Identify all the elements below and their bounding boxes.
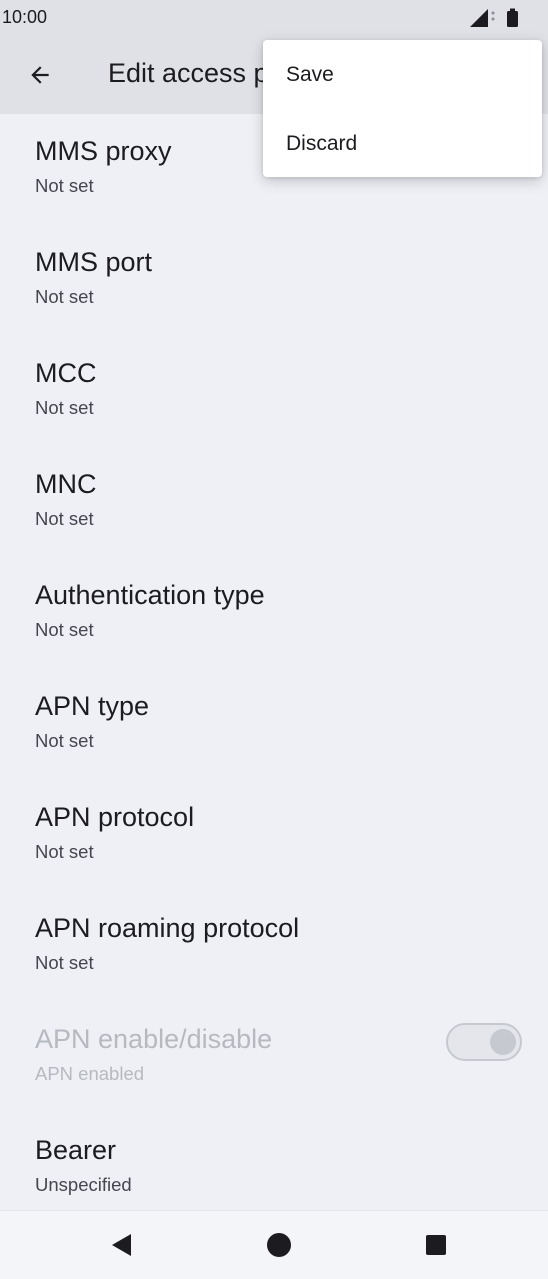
pref-mnc[interactable]: MNC Not set (0, 447, 548, 558)
nav-recents-button[interactable] (412, 1221, 460, 1269)
arrow-back-icon (31, 66, 49, 84)
status-time: 10:00 (2, 7, 48, 27)
wifi-dots-icon (491, 11, 495, 21)
pref-summary: Unspecified (35, 1174, 132, 1195)
home-nav-icon (267, 1233, 291, 1257)
pref-title: Authentication type (35, 580, 265, 610)
pref-apn-roaming-protocol[interactable]: APN roaming protocol Not set (0, 891, 548, 1002)
pref-title: Bearer (35, 1135, 117, 1165)
recents-nav-icon (426, 1235, 446, 1255)
nav-home-button[interactable] (255, 1221, 303, 1269)
overflow-menu: Save Discard (263, 40, 542, 177)
pref-summary: Not set (35, 730, 94, 751)
toggle-knob (490, 1029, 516, 1055)
pref-title: MNC (35, 469, 97, 499)
pref-summary: Not set (35, 952, 94, 973)
battery-icon (507, 8, 518, 27)
preference-list: MMS proxy Not set MMS port Not set MCC N… (0, 114, 548, 1224)
pref-summary: Not set (35, 508, 94, 529)
menu-item-discard[interactable]: Discard (263, 109, 542, 177)
pref-mms-port[interactable]: MMS port Not set (0, 225, 548, 336)
page-title: Edit access point (108, 58, 268, 88)
pref-title: MMS proxy (35, 136, 172, 166)
pref-summary: APN enabled (35, 1063, 145, 1084)
pref-title: APN roaming protocol (35, 913, 300, 943)
status-icons (468, 8, 520, 28)
pref-summary: Not set (35, 286, 94, 307)
pref-summary: Not set (35, 619, 94, 640)
menu-item-label: Discard (286, 132, 358, 155)
menu-item-label: Save (286, 63, 334, 86)
navigation-bar (0, 1210, 548, 1279)
pref-mcc[interactable]: MCC Not set (0, 336, 548, 447)
signal-icon (470, 9, 488, 27)
pref-title: MCC (35, 358, 97, 388)
pref-bearer[interactable]: Bearer Unspecified (0, 1113, 548, 1224)
pref-summary: Not set (35, 841, 94, 862)
back-nav-icon (112, 1234, 131, 1256)
pref-authentication-type[interactable]: Authentication type Not set (0, 558, 548, 669)
apn-enable-toggle (446, 1023, 522, 1061)
pref-title: MMS port (35, 247, 153, 277)
pref-summary: Not set (35, 397, 94, 418)
pref-apn-enable-disable: APN enable/disable APN enabled (0, 1002, 548, 1113)
pref-title: APN type (35, 691, 150, 721)
pref-summary: Not set (35, 175, 94, 196)
pref-apn-type[interactable]: APN type Not set (0, 669, 548, 780)
pref-apn-protocol[interactable]: APN protocol Not set (0, 780, 548, 891)
pref-title: APN enable/disable (35, 1024, 273, 1054)
pref-title: APN protocol (35, 802, 195, 832)
menu-item-save[interactable]: Save (263, 40, 542, 108)
status-bar: 10:00 (0, 0, 548, 36)
nav-back-button[interactable] (98, 1221, 146, 1269)
back-button[interactable] (18, 53, 62, 97)
